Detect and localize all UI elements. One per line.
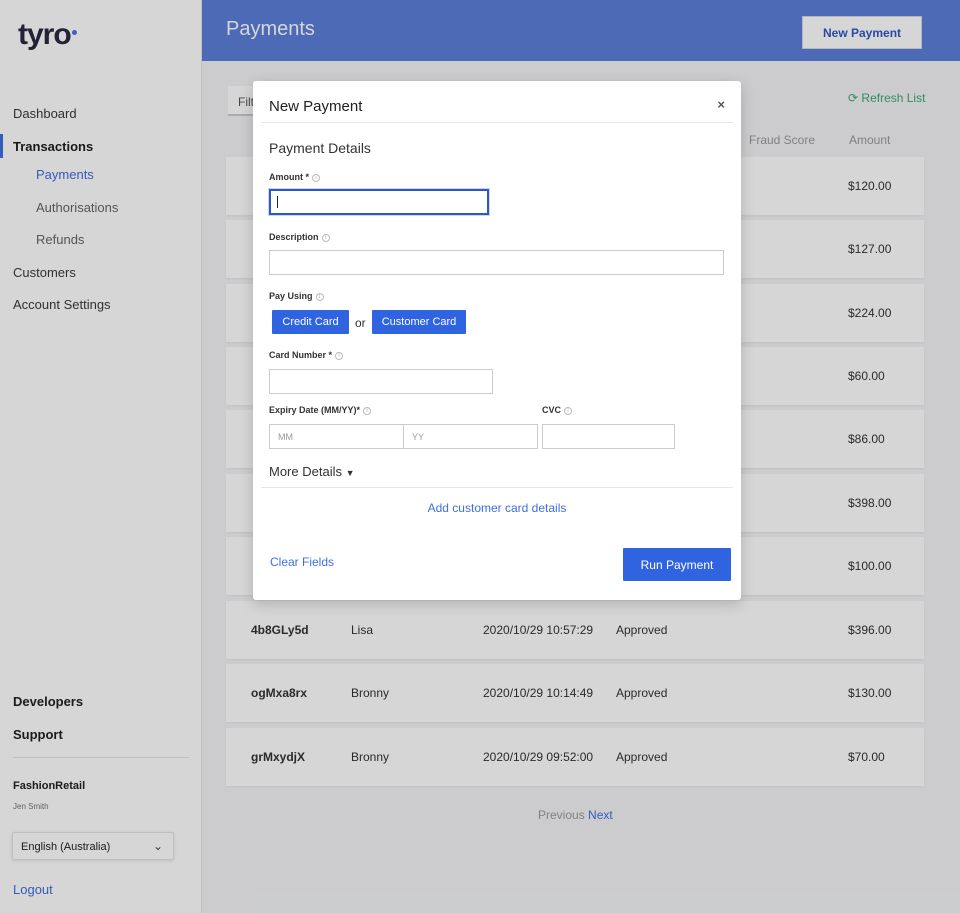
close-icon[interactable]: ×	[717, 97, 725, 112]
modal-divider	[261, 487, 733, 488]
info-icon[interactable]: i	[315, 292, 324, 301]
cvc-label-text: CVC	[542, 405, 562, 415]
new-payment-modal: New Payment × Payment Details Amount * i …	[253, 81, 741, 600]
info-icon[interactable]: i	[321, 233, 330, 242]
more-details-label: More Details	[269, 464, 342, 479]
info-icon[interactable]: i	[312, 173, 320, 182]
or-text: or	[355, 316, 366, 330]
card-number-label-text: Card Number *	[269, 350, 333, 360]
info-icon[interactable]: i	[363, 406, 372, 415]
expiry-label-text: Expiry Date (MM/YY)*	[269, 405, 361, 415]
pay-using-label-text: Pay Using	[269, 291, 313, 301]
expiry-year-input[interactable]: YY	[403, 424, 538, 449]
amount-label: Amount * i	[269, 172, 320, 182]
amount-input[interactable]	[269, 189, 489, 215]
description-label-text: Description	[269, 232, 319, 242]
add-customer-card-link[interactable]: Add customer card details	[253, 501, 741, 515]
card-number-input[interactable]	[269, 369, 493, 394]
credit-card-button[interactable]: Credit Card	[272, 310, 349, 334]
modal-divider	[261, 122, 733, 123]
info-icon[interactable]: i	[564, 406, 573, 415]
clear-fields-link[interactable]: Clear Fields	[270, 555, 334, 569]
cvc-label: CVC i	[542, 405, 573, 415]
more-details-toggle[interactable]: More Details ▼	[269, 464, 355, 479]
description-input[interactable]	[269, 250, 724, 275]
caret-down-icon: ▼	[345, 468, 355, 478]
card-number-label: Card Number * i	[269, 350, 344, 360]
run-payment-button[interactable]: Run Payment	[623, 548, 731, 581]
pay-using-label: Pay Using i	[269, 291, 324, 301]
expiry-label: Expiry Date (MM/YY)* i	[269, 405, 372, 415]
modal-title: New Payment	[269, 98, 363, 115]
section-title: Payment Details	[269, 140, 371, 156]
info-icon[interactable]: i	[335, 351, 344, 360]
cvc-input[interactable]	[542, 424, 675, 449]
expiry-month-input[interactable]: MM	[269, 424, 404, 449]
amount-label-text: Amount *	[269, 172, 309, 182]
customer-card-button[interactable]: Customer Card	[372, 310, 466, 334]
text-caret	[277, 196, 278, 208]
description-label: Description i	[269, 232, 330, 242]
